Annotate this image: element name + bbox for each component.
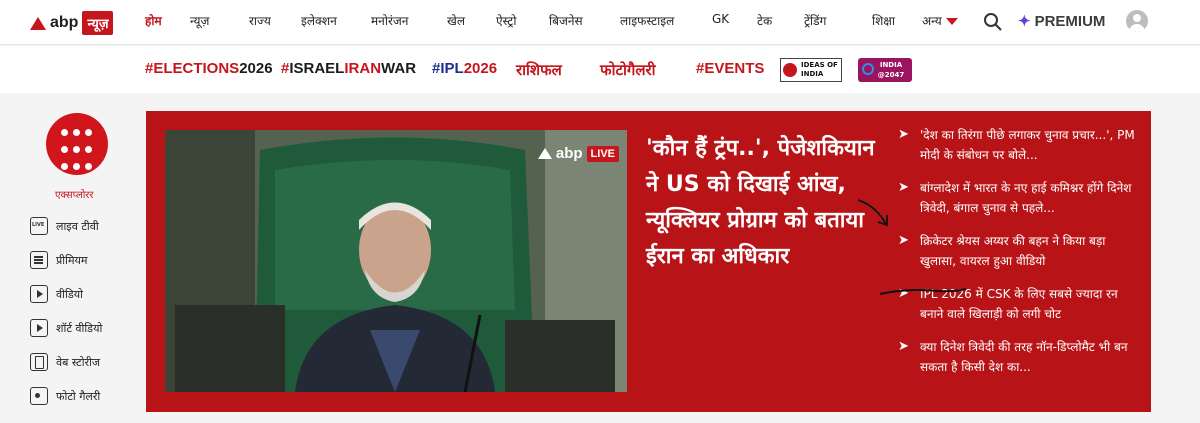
related-story[interactable]: क्रिकेटर श्रेयस अय्यर की बहन ने किया बड़…: [898, 231, 1138, 271]
sidebar-item-short-video[interactable]: शॉर्ट वीडियो: [30, 319, 102, 337]
short-video-icon: [30, 319, 48, 337]
left-sidebar: एक्सप्लोरर लाइव टीवी प्रीमियम वीडियो शॉर…: [0, 93, 145, 423]
related-story[interactable]: क्या दिनेश त्रिवेदी की तरह नॉन-डिप्लोमैट…: [898, 337, 1138, 377]
live-tv-icon: [30, 217, 48, 235]
india-2047-logo[interactable]: INDIA @2047: [858, 58, 912, 82]
tag-rashifal[interactable]: राशिफल: [516, 60, 562, 80]
web-stories-icon: [30, 353, 48, 371]
nav-more-label: अन्य: [922, 14, 942, 28]
abp-news-logo[interactable]: abp न्यूज़: [30, 9, 114, 37]
abp-logo-icon: [30, 16, 46, 30]
hero-headline[interactable]: 'कौन हैं ट्रंप..', पेजेशकियान ने US को द…: [646, 131, 881, 275]
tag-elections[interactable]: #ELECTIONS2026: [145, 60, 273, 77]
tag-events[interactable]: #EVENTS: [696, 60, 764, 77]
nav-entertainment[interactable]: मनोरंजन: [371, 12, 408, 29]
user-avatar-icon[interactable]: [1126, 10, 1148, 32]
abp-live-badge: abp LIVE: [537, 145, 619, 162]
nav-gk[interactable]: GK: [712, 12, 729, 26]
hero-image[interactable]: abp LIVE: [165, 130, 627, 392]
sidebar-item-live-tv[interactable]: लाइव टीवी: [30, 217, 99, 235]
nav-news[interactable]: न्यूज़: [190, 12, 209, 29]
india-ring-icon: [862, 63, 874, 75]
premium-button[interactable]: ✦ PREMIUM: [1018, 12, 1106, 31]
sidebar-item-premium[interactable]: प्रीमियम: [30, 251, 88, 269]
nav-sports[interactable]: खेल: [447, 12, 465, 29]
sparkle-icon: ✦: [1018, 13, 1031, 30]
hero-photo: [165, 130, 627, 392]
related-stories-list: 'देश का तिरंगा पीछे लगाकर चुनाव प्रचार..…: [898, 125, 1138, 390]
ideas-line1: IDEAS OF: [801, 61, 838, 69]
nav-home[interactable]: होम: [145, 12, 162, 29]
sidebar-item-photo-gallery[interactable]: फोटो गैलरी: [30, 387, 100, 405]
badge-live-text: LIVE: [586, 145, 619, 162]
premium-doc-icon: [30, 251, 48, 269]
tag-photogallery[interactable]: फोटोगैलरी: [600, 60, 656, 80]
hashtag-bar: #ELECTIONS2026 #ISRAELIRANWAR #IPL2026 र…: [0, 46, 1200, 93]
annotation-underline: [879, 288, 967, 295]
nav-trending[interactable]: ट्रेंडिंग: [804, 12, 826, 29]
sidebar-item-video[interactable]: वीडियो: [30, 285, 83, 303]
photo-gallery-icon: [30, 387, 48, 405]
explorer-label: एक्सप्लोरर: [55, 190, 94, 201]
related-story[interactable]: 'देश का तिरंगा पीछे लगाकर चुनाव प्रचार..…: [898, 125, 1138, 165]
logo-abp-text: abp: [50, 14, 79, 31]
tag-ipl[interactable]: #IPL2026: [432, 60, 497, 77]
nav-more[interactable]: अन्य: [922, 12, 958, 29]
explorer-grid-button[interactable]: [46, 113, 108, 175]
sidebar-item-web-stories[interactable]: वेब स्टोरीज: [30, 353, 100, 371]
top-navbar: abp न्यूज़ होम न्यूज़ राज्य इलेक्शन मनोर…: [0, 0, 1200, 45]
video-play-icon: [30, 285, 48, 303]
ideas-line2: INDIA: [801, 70, 824, 78]
annotation-arrow-icon: [857, 199, 888, 227]
nav-tech[interactable]: टेक: [757, 12, 772, 29]
search-icon[interactable]: [983, 12, 1003, 32]
nav-education[interactable]: शिक्षा: [872, 12, 895, 29]
nav-business[interactable]: बिजनेस: [549, 12, 583, 29]
ideas-of-india-logo[interactable]: IDEAS OF INDIA: [780, 58, 842, 82]
ideas-dot-icon: [783, 63, 797, 77]
nav-astro[interactable]: ऐस्ट्रो: [496, 12, 516, 29]
logo-news-text: न्यूज़: [82, 11, 114, 35]
nav-lifestyle[interactable]: लाइफस्टाइल: [620, 12, 674, 29]
premium-label: PREMIUM: [1034, 12, 1106, 30]
badge-abp-text: abp: [555, 145, 583, 162]
related-story[interactable]: बांग्लादेश में भारत के नए हाई कमिश्नर हो…: [898, 178, 1138, 218]
hero-story: abp LIVE 'कौन हैं ट्रंप..', पेजेशकियान न…: [146, 111, 1151, 412]
nav-elections[interactable]: इलेक्शन: [301, 12, 337, 29]
caret-down-icon: [945, 18, 958, 25]
abp-logo-icon: [537, 148, 552, 159]
nav-states[interactable]: राज्य: [249, 12, 271, 29]
tag-israel-iran-war[interactable]: #ISRAELIRANWAR: [281, 60, 416, 77]
